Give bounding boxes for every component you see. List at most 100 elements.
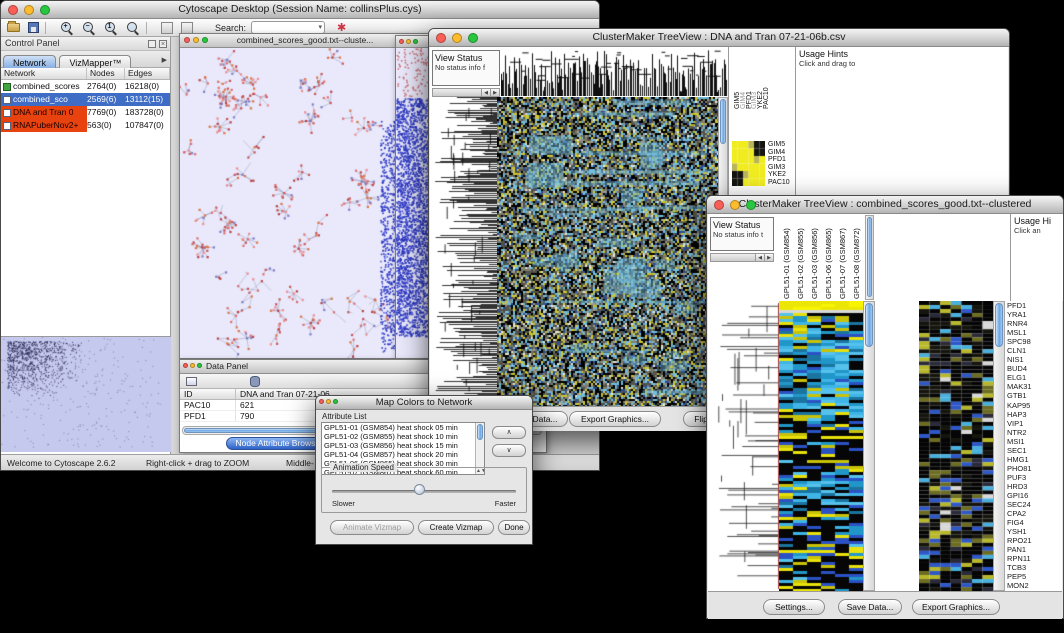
gene-label[interactable]: VIP1 — [1007, 419, 1062, 428]
gene-label[interactable]: CLN1 — [1007, 346, 1062, 355]
gene-label[interactable]: CPA2 — [1007, 509, 1062, 518]
gene-label[interactable]: ELG1 — [1007, 373, 1062, 382]
save-session-icon[interactable] — [28, 22, 39, 33]
move-up-button[interactable]: ∧ — [492, 426, 526, 439]
attribute-list-item[interactable]: GPL51-01 (GSM854) heat shock 05 min — [322, 423, 484, 432]
close-icon[interactable]: × — [159, 40, 167, 48]
gene-label[interactable]: SPC98 — [1007, 337, 1062, 346]
gene-label[interactable]: PEP5 — [1007, 572, 1062, 581]
network-graph-canvas-2[interactable] — [396, 48, 430, 358]
gene-label[interactable]: MON2 — [1007, 581, 1062, 590]
gene-label[interactable]: GPI16 — [1007, 491, 1062, 500]
scroll-left-icon[interactable]: ◀ — [755, 254, 764, 261]
column-header-edges[interactable]: Edges — [125, 68, 170, 79]
correlation-matrix-canvas[interactable] — [732, 141, 765, 186]
scrollbar-thumb[interactable] — [720, 99, 726, 144]
zoom-in-icon[interactable]: + — [60, 21, 74, 35]
close-button[interactable] — [436, 33, 446, 43]
gene-label[interactable]: TCB3 — [1007, 563, 1062, 572]
column-header-nodes[interactable]: Nodes — [87, 68, 125, 79]
heatmap-canvas[interactable] — [779, 301, 863, 591]
mini-scrollbar[interactable]: ◀▶ — [710, 253, 774, 262]
zoom-button[interactable] — [333, 399, 338, 404]
gene-label[interactable]: PUF3 — [1007, 473, 1062, 482]
attribute-table-icon[interactable] — [186, 377, 197, 386]
tab-overflow-arrow[interactable]: ▶ — [162, 56, 167, 64]
frame-zoom-button[interactable] — [202, 37, 208, 43]
network-list-row[interactable]: combined_scores2764(0)16218(0) — [1, 80, 170, 93]
zoom-button[interactable] — [468, 33, 478, 43]
attribute-list-item[interactable]: GPL51-04 (GSM857) heat shock 20 min — [322, 450, 484, 459]
attribute-list-item[interactable]: GPL51-02 (GSM855) heat shock 10 min — [322, 432, 484, 441]
gene-label[interactable]: SEC24 — [1007, 500, 1062, 509]
scrollbar-thumb[interactable] — [995, 303, 1003, 347]
heatmap-canvas[interactable] — [497, 97, 718, 406]
gene-label[interactable]: RNR4 — [1007, 319, 1062, 328]
gene-label[interactable]: PHO81 — [1007, 464, 1062, 473]
gene-label[interactable]: MSI1 — [1007, 437, 1062, 446]
gene-label[interactable]: NIS1 — [1007, 355, 1062, 364]
row-dendrogram-canvas[interactable] — [709, 301, 779, 591]
column-header-network[interactable]: Network — [1, 68, 87, 79]
scroll-right-icon[interactable]: ▶ — [764, 254, 773, 261]
zoom-button[interactable] — [746, 200, 756, 210]
gene-label[interactable]: HMG1 — [1007, 455, 1062, 464]
column-dendrogram-canvas[interactable] — [501, 47, 728, 96]
network-list-row[interactable]: DNA and Tran 07769(0)183728(0) — [1, 106, 170, 119]
database-icon[interactable] — [250, 376, 260, 387]
secondary-vertical-scrollbar[interactable] — [993, 301, 1005, 591]
close-button[interactable] — [714, 200, 724, 210]
float-icon[interactable] — [148, 40, 156, 48]
secondary-heatmap-canvas[interactable] — [919, 301, 993, 591]
scroll-left-icon[interactable]: ◀ — [481, 89, 490, 96]
scrollbar-thumb[interactable] — [865, 303, 873, 347]
zoom-actual-icon[interactable]: 1 — [104, 21, 118, 35]
attribute-list-item[interactable]: GPL51-03 (GSM856) heat shock 15 min — [322, 441, 484, 450]
gene-label[interactable]: GTB1 — [1007, 391, 1062, 400]
gene-label[interactable]: RPN11 — [1007, 554, 1062, 563]
frame-zoom-button[interactable] — [197, 363, 202, 368]
gene-label[interactable]: NTR2 — [1007, 428, 1062, 437]
scrollbar-thumb[interactable] — [867, 217, 872, 297]
annotation-icon[interactable] — [161, 22, 173, 34]
gene-label[interactable]: PAN1 — [1007, 545, 1062, 554]
mini-scrollbar[interactable]: ◀▶ — [432, 88, 500, 97]
save-data-button[interactable]: Save Data... — [838, 599, 902, 615]
vizmapper-icon[interactable] — [181, 22, 193, 34]
gene-label[interactable]: RPO21 — [1007, 536, 1062, 545]
gene-label[interactable]: BUD4 — [1007, 364, 1062, 373]
gene-label[interactable]: YRA1 — [1007, 310, 1062, 319]
vertical-scrollbar[interactable] — [863, 301, 875, 591]
done-button[interactable]: Done — [498, 520, 530, 535]
network-list-row[interactable]: combined_sco2569(6)13112(15) — [1, 93, 170, 106]
gene-label[interactable]: MSL1 — [1007, 328, 1062, 337]
frame-close-button[interactable] — [399, 39, 404, 44]
close-button[interactable] — [8, 5, 18, 15]
open-session-icon[interactable] — [7, 23, 20, 32]
frame-minimize-button[interactable] — [406, 39, 411, 44]
zoom-fit-icon[interactable] — [126, 21, 140, 35]
export-graphics-button[interactable]: Export Graphics... — [569, 411, 661, 427]
top-vertical-scrollbar[interactable] — [865, 215, 874, 300]
column-header-id[interactable]: ID — [180, 389, 236, 399]
gene-label[interactable]: YSH1 — [1007, 527, 1062, 536]
minimize-button[interactable] — [730, 200, 740, 210]
minimize-button[interactable] — [24, 5, 34, 15]
frame-minimize-button[interactable] — [193, 37, 199, 43]
frame-zoom-button[interactable] — [413, 39, 418, 44]
scrollbar-thumb[interactable] — [477, 424, 483, 440]
gene-label[interactable]: HRD3 — [1007, 482, 1062, 491]
row-dendrogram-canvas[interactable] — [432, 97, 497, 406]
frame-minimize-button[interactable] — [190, 363, 195, 368]
frame-close-button[interactable] — [183, 363, 188, 368]
zoom-button[interactable] — [40, 5, 50, 15]
frame-close-button[interactable] — [184, 37, 190, 43]
network-list-row[interactable]: RNAPuberNov2+563(0)107847(0) — [1, 119, 170, 132]
gene-label[interactable]: PFD1 — [1007, 301, 1062, 310]
close-button[interactable] — [319, 399, 324, 404]
gene-label[interactable]: HAP3 — [1007, 410, 1062, 419]
animate-vizmap-button[interactable]: Animate Vizmap — [330, 520, 414, 535]
move-down-button[interactable]: ∨ — [492, 444, 526, 457]
gene-label[interactable]: FIG4 — [1007, 518, 1062, 527]
scroll-right-icon[interactable]: ▶ — [490, 89, 499, 96]
